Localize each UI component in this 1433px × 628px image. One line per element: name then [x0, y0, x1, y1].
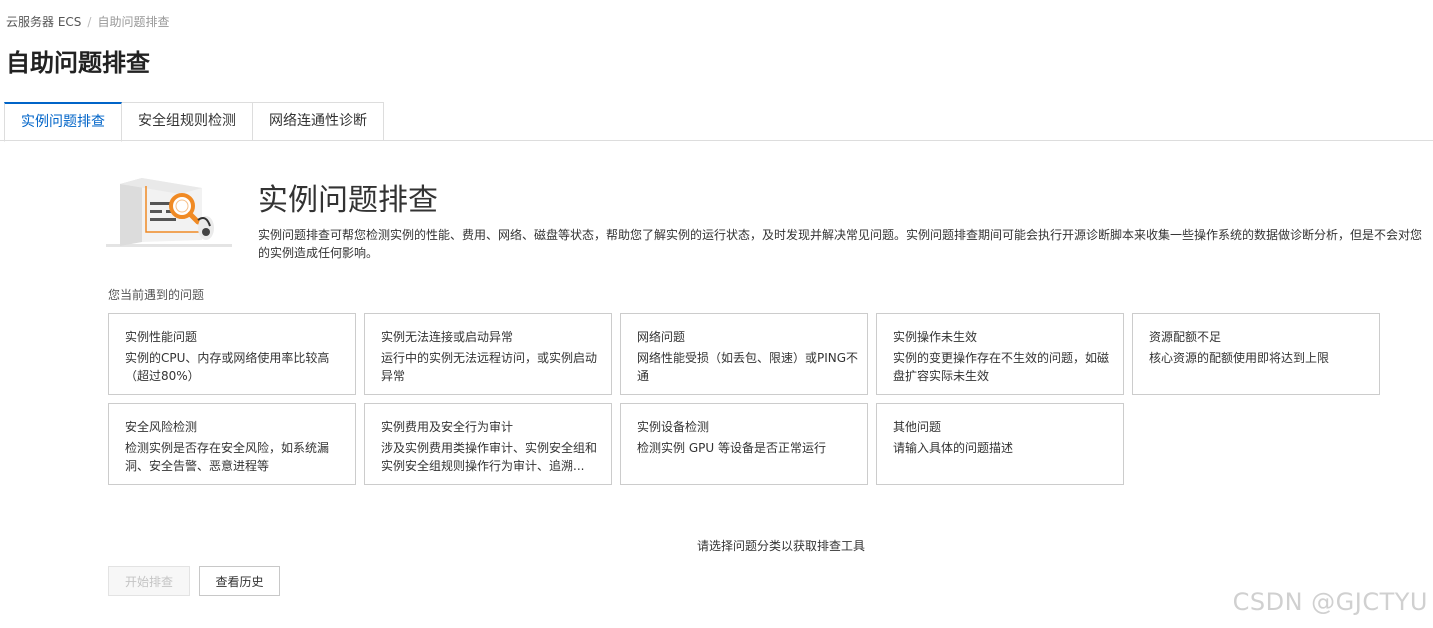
card-description: 运行中的实例无法远程访问，或实例启动异常	[381, 351, 598, 383]
problem-card-performance[interactable]: 实例性能问题 实例的CPU、内存或网络使用率比较高（超过80%）	[108, 313, 356, 395]
card-description: 实例的CPU、内存或网络使用率比较高（超过80%）	[125, 351, 330, 383]
problem-card-network[interactable]: 网络问题 网络性能受损（如丢包、限速）或PING不通	[620, 313, 868, 395]
card-description: 核心资源的配额使用即将达到上限	[1149, 351, 1330, 365]
breadcrumb: 云服务器 ECS / 自助问题排查	[6, 13, 169, 30]
select-category-hint: 请选择问题分类以获取排查工具	[697, 539, 866, 553]
problem-card-audit[interactable]: 实例费用及安全行为审计 涉及实例费用类操作审计、实例安全组和实例安全组规则操作行…	[364, 403, 612, 485]
card-title: 实例设备检测	[637, 420, 710, 434]
card-description: 检测实例是否存在安全风险，如系统漏洞、安全告警、恶意进程等	[125, 441, 330, 473]
card-description: 请输入具体的问题描述	[893, 441, 1014, 455]
problem-card-security-risk[interactable]: 安全风险检测 检测实例是否存在安全风险，如系统漏洞、安全告警、恶意进程等	[108, 403, 356, 485]
start-troubleshoot-button[interactable]: 开始排查	[108, 566, 190, 596]
card-title: 实例无法连接或启动异常	[381, 330, 514, 344]
card-description: 检测实例 GPU 等设备是否正常运行	[637, 441, 826, 455]
card-title: 安全风险检测	[125, 420, 198, 434]
tab-bar: 实例问题排查 安全组规则检测 网络连通性诊断	[4, 102, 384, 142]
card-description: 实例的变更操作存在不生效的问题，如磁盘扩容实际未生效	[893, 351, 1110, 383]
card-title: 实例性能问题	[125, 330, 198, 344]
card-title: 实例费用及安全行为审计	[381, 420, 514, 434]
card-title: 网络问题	[637, 330, 686, 344]
problem-card-device[interactable]: 实例设备检测 检测实例 GPU 等设备是否正常运行	[620, 403, 868, 485]
card-description: 涉及实例费用类操作审计、实例安全组和实例安全组规则操作行为审计、追溯...	[381, 441, 598, 473]
watermark: CSDN @GJCTYU	[1232, 588, 1428, 616]
problem-card-quota[interactable]: 资源配额不足 核心资源的配额使用即将达到上限	[1132, 313, 1380, 395]
breadcrumb-current: 自助问题排查	[97, 15, 170, 29]
breadcrumb-root-link[interactable]: 云服务器 ECS	[6, 15, 81, 29]
card-title: 资源配额不足	[1149, 330, 1222, 344]
view-history-button[interactable]: 查看历史	[199, 566, 280, 596]
problem-section-label: 您当前遇到的问题	[108, 288, 205, 302]
card-description: 网络性能受损（如丢包、限速）或PING不通	[637, 351, 859, 383]
tab-security-group-check[interactable]: 安全组规则检测	[122, 102, 253, 141]
problem-card-other[interactable]: 其他问题 请输入具体的问题描述	[876, 403, 1124, 485]
problem-card-connection[interactable]: 实例无法连接或启动异常 运行中的实例无法远程访问，或实例启动异常	[364, 313, 612, 395]
tabs-divider	[0, 140, 1433, 141]
hero-title: 实例问题排查	[258, 183, 438, 218]
tab-network-diagnosis[interactable]: 网络连通性诊断	[253, 102, 384, 141]
card-title: 实例操作未生效	[893, 330, 978, 344]
diagnosis-magnifier-illustration-icon	[106, 178, 232, 247]
page-title: 自助问题排查	[6, 49, 150, 77]
problem-card-operation[interactable]: 实例操作未生效 实例的变更操作存在不生效的问题，如磁盘扩容实际未生效	[876, 313, 1124, 395]
card-title: 其他问题	[893, 420, 942, 434]
tab-instance-troubleshoot[interactable]: 实例问题排查	[4, 102, 122, 142]
breadcrumb-separator: /	[87, 15, 92, 29]
hero-description: 实例问题排查可帮您检测实例的性能、费用、网络、磁盘等状态，帮助您了解实例的运行状…	[258, 228, 1423, 260]
